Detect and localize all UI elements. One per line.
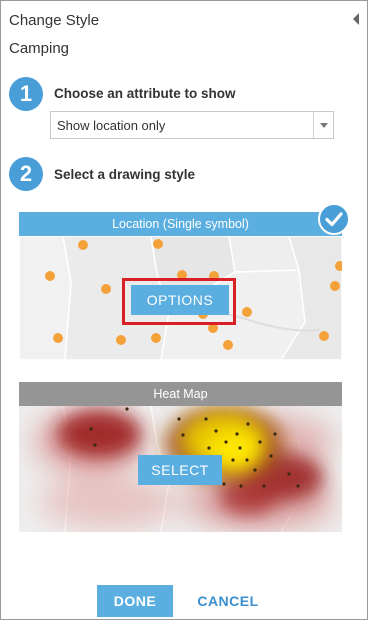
options-button[interactable]: OPTIONS — [131, 285, 229, 315]
layer-name: Camping — [9, 40, 70, 57]
panel-title: Change Style — [9, 12, 100, 29]
step-1-label: Choose an attribute to show — [54, 86, 236, 101]
step-2-badge: 2 — [9, 157, 43, 191]
style-card-location-title: Location (Single symbol) — [19, 212, 342, 236]
done-button[interactable]: DONE — [97, 585, 173, 617]
select-dropdown-button[interactable] — [313, 112, 333, 138]
attribute-select[interactable]: Show location only — [50, 111, 334, 139]
cancel-button[interactable]: CANCEL — [187, 585, 269, 617]
checkmark-icon — [325, 212, 343, 227]
step-1-badge: 1 — [9, 77, 43, 111]
collapse-arrow-icon[interactable] — [353, 13, 359, 25]
change-style-panel: Change Style Camping 1 Choose an attribu… — [0, 0, 368, 620]
attribute-select-value: Show location only — [57, 118, 166, 133]
chevron-down-icon — [320, 123, 328, 128]
selected-style-badge — [318, 203, 350, 235]
select-heatmap-button[interactable]: SELECT — [138, 455, 222, 485]
style-card-heatmap-header: Heat Map — [19, 382, 342, 406]
step-2-label: Select a drawing style — [54, 167, 196, 182]
style-card-heatmap-label: Heat Map — [153, 387, 208, 401]
